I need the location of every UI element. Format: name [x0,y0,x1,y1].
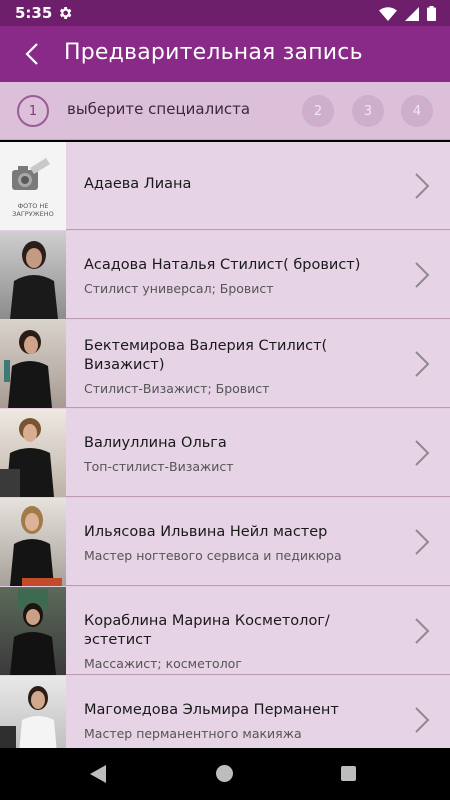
status-time: 5:35 [15,4,53,22]
specialist-role: Мастер ногтевого сервиса и педикюра [84,548,342,563]
nav-home-icon[interactable] [216,765,233,782]
specialist-photo [0,320,66,408]
camera-icon: ФОТО НЕ ЗАГРУЖЕНО [12,158,54,218]
signal-icon [405,6,419,21]
specialist-name: Асадова Наталья Стилист( бровист) [84,257,361,273]
specialist-photo [0,231,66,319]
specialist-photo [0,409,66,497]
chevron-right-icon [415,707,430,733]
gear-icon [60,7,72,19]
specialist-name: Ильясова Ильвина Нейл мастер [84,524,328,540]
specialist-role: Стилист-Визажист; Бровист [84,381,270,396]
chevron-right-icon [415,440,430,466]
nav-recent-apps-icon[interactable] [341,766,356,781]
specialist-name: Кораблина Марина Косметолог/эстетист [84,613,330,648]
step-4: 4 [401,95,433,127]
specialist-name: Валиуллина Ольга [84,435,227,451]
specialist-list: ФОТО НЕ ЗАГРУЖЕНО Адаева Лиана Асадова Н… [0,142,450,748]
nav-back-icon[interactable] [90,765,106,783]
specialist-role: Стилист универсал; Бровист [84,281,274,296]
specialist-row[interactable]: Асадова Наталья Стилист( бровист) Стилис… [0,231,450,319]
svg-text:ЗАГРУЖЕНО: ЗАГРУЖЕНО [12,210,54,218]
specialist-row[interactable]: Кораблина Марина Косметолог/эстетист Мас… [0,587,450,675]
app-bar: Предварительная запись [0,26,450,82]
step-1-current: 1 [17,95,49,127]
step-label: выберите специалиста [67,100,251,118]
chevron-right-icon [415,173,430,199]
chevron-right-icon [415,529,430,555]
specialist-role: Топ-стилист-Визажист [84,459,234,474]
status-icons [379,6,436,21]
back-button[interactable] [16,38,48,70]
svg-text:ФОТО НЕ: ФОТО НЕ [18,202,49,210]
chevron-right-icon [415,262,430,288]
status-bar: 5:35 [0,0,450,26]
chevron-right-icon [415,618,430,644]
specialist-photo-placeholder: ФОТО НЕ ЗАГРУЖЕНО [0,142,66,230]
specialist-name: Магомедова Эльмира Перманент [84,702,339,718]
specialist-name: Бектемирова Валерия Стилист( Визажист) [84,338,328,373]
specialist-row[interactable]: Бектемирова Валерия Стилист( Визажист) С… [0,320,450,408]
specialist-role: Массажист; косметолог [84,656,242,671]
wifi-icon [379,6,397,21]
specialist-photo [0,676,66,748]
step-3: 3 [352,95,384,127]
battery-icon [427,6,436,21]
specialist-row[interactable]: Ильясова Ильвина Нейл мастер Мастер ногт… [0,498,450,586]
specialist-photo [0,587,66,675]
chevron-left-icon [25,43,38,65]
specialist-role: Мастер перманентного макияжа [84,726,302,741]
specialist-name: Адаева Лиана [84,176,192,192]
specialist-photo [0,498,66,586]
step-2: 2 [302,95,334,127]
page-title: Предварительная запись [64,40,363,65]
specialist-row[interactable]: Валиуллина Ольга Топ-стилист-Визажист [0,409,450,497]
specialist-row[interactable]: ФОТО НЕ ЗАГРУЖЕНО Адаева Лиана [0,142,450,230]
specialist-row[interactable]: Магомедова Эльмира Перманент Мастер перм… [0,676,450,748]
chevron-right-icon [415,351,430,377]
